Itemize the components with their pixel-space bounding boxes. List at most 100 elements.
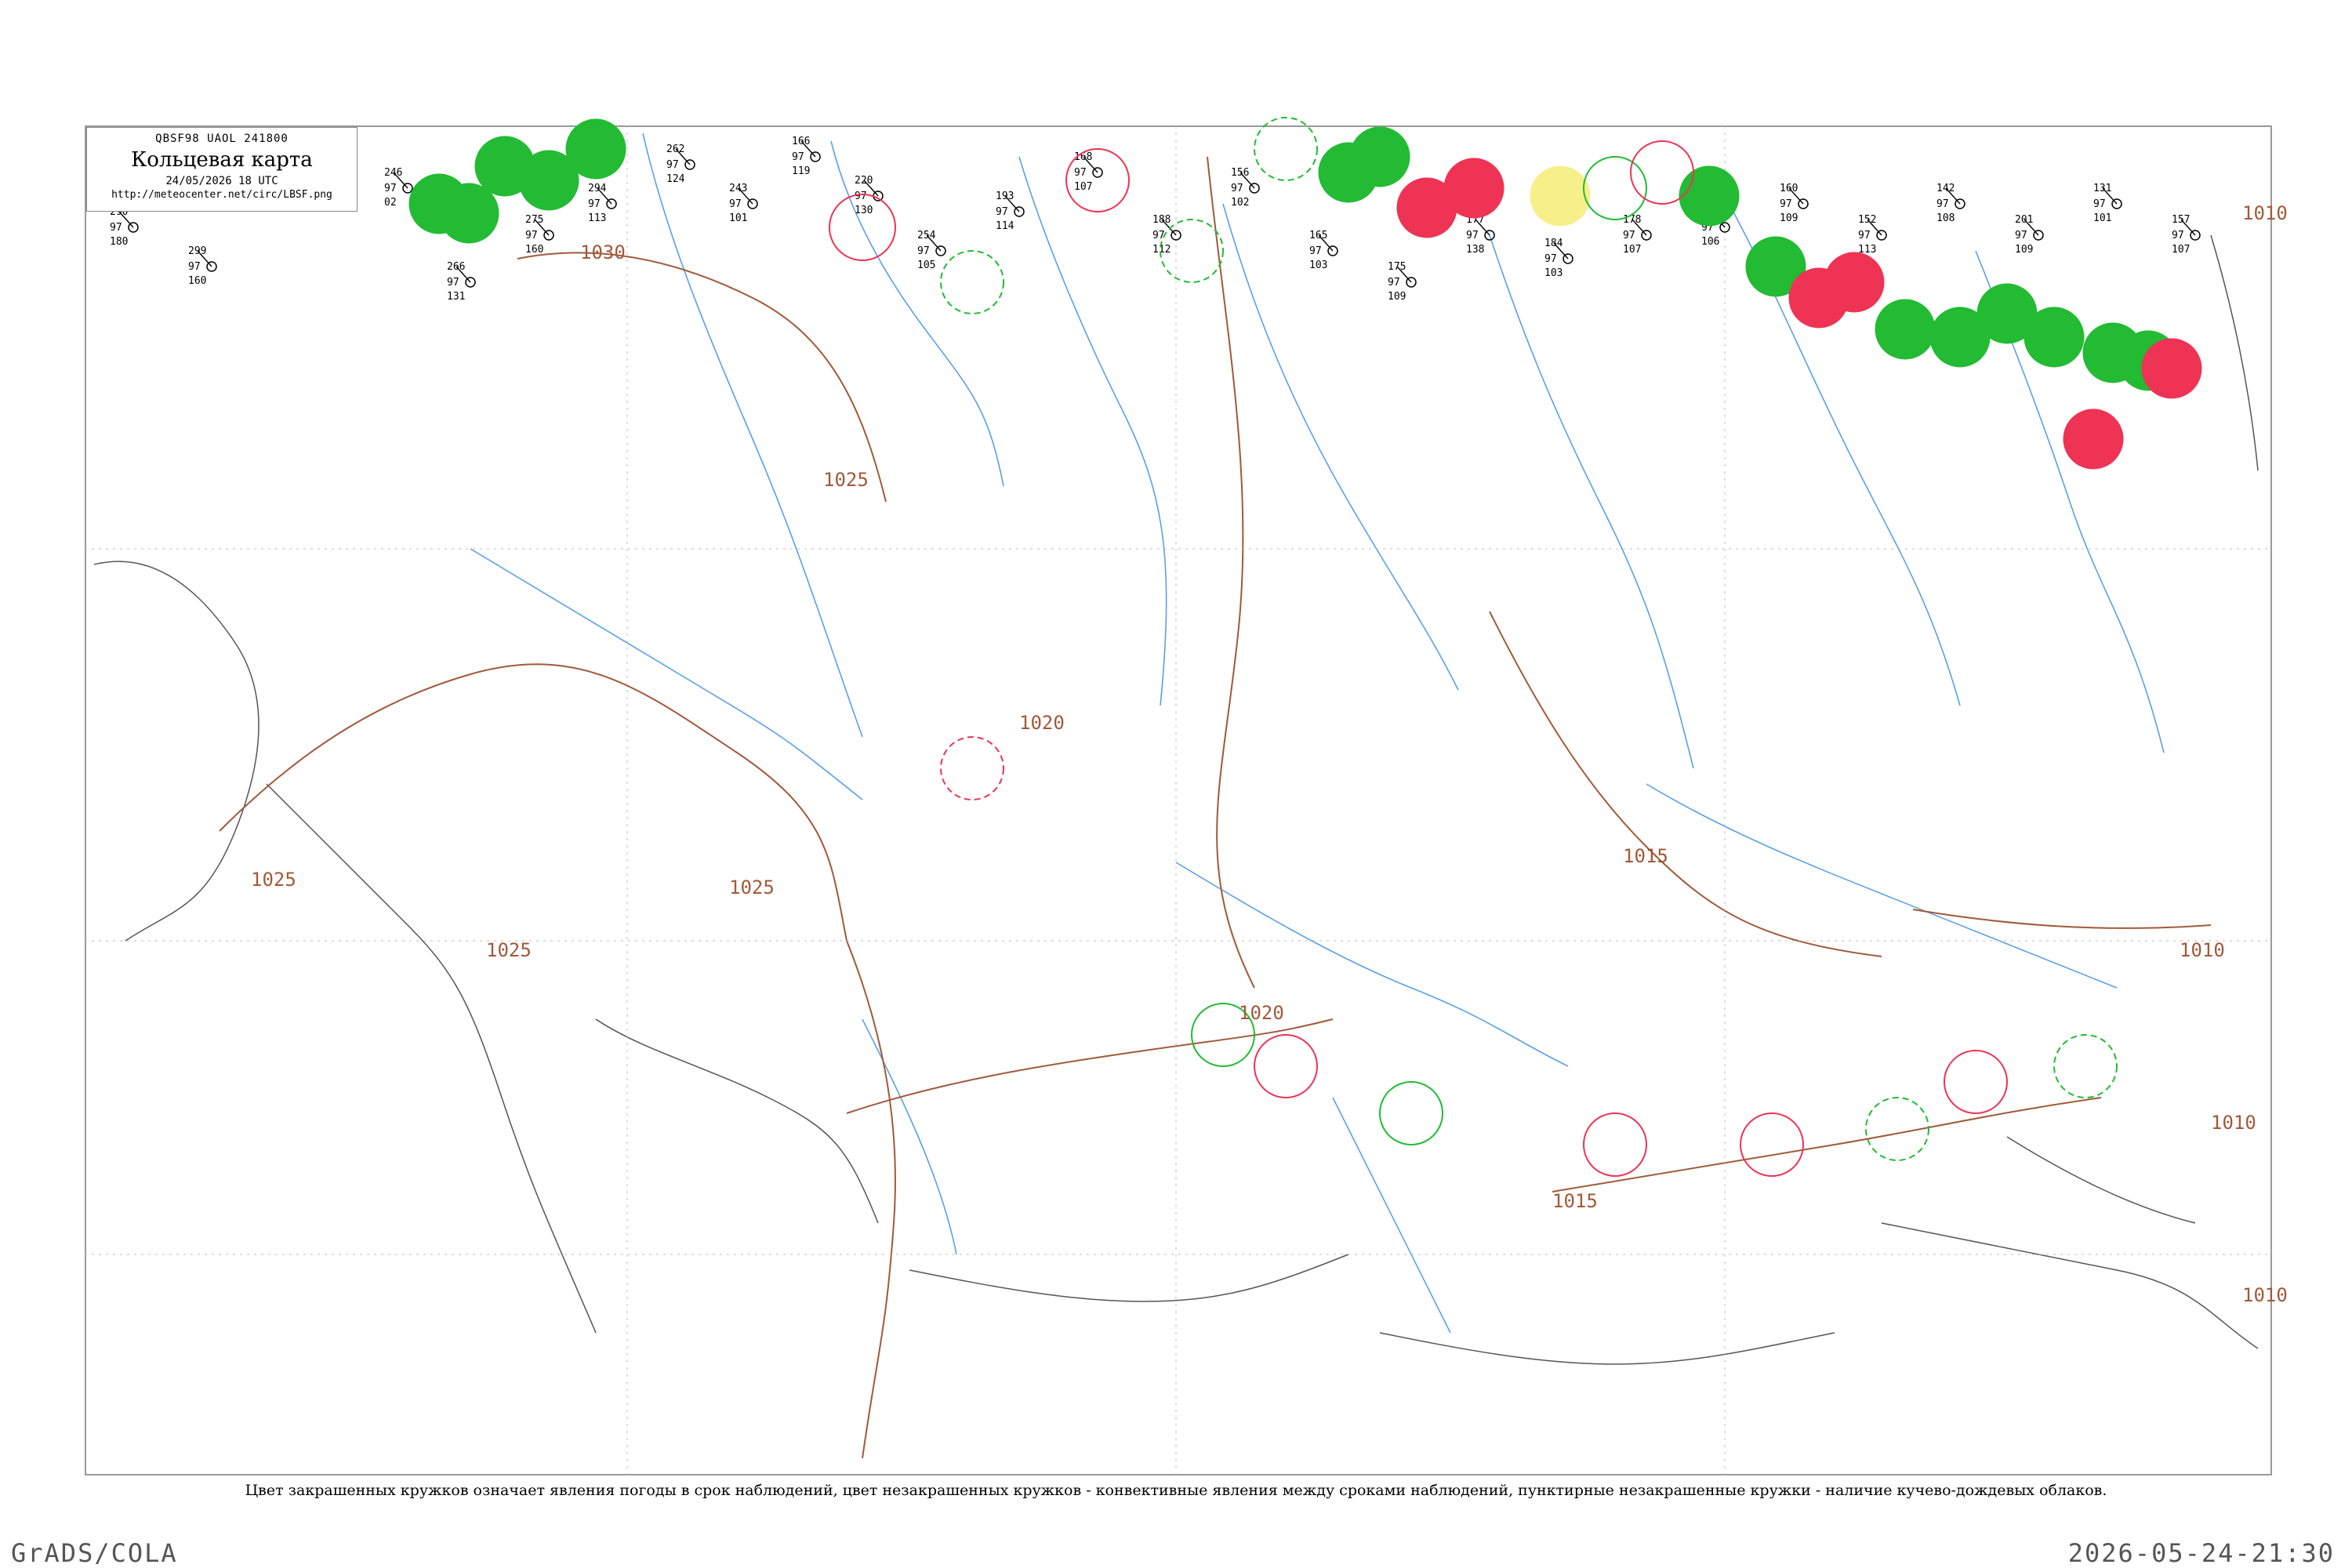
station-value: 97 [1858, 230, 1871, 241]
isobar-labels: 1030 1025 1025 1025 1025 1020 1020 1015 … [251, 202, 2288, 1306]
source-url[interactable]: http://meteocenter.net/circ/LBSF.png [87, 189, 357, 201]
station-value: 97 [1074, 167, 1087, 179]
station-value: 184 [1544, 238, 1563, 249]
map-header: QBSF98 UAOL 241800 Кольцевая карта 24/05… [86, 127, 358, 212]
legend-caption: Цвет закрашенных кружков означает явлени… [245, 1482, 2107, 1499]
station-plot: 142 97 108 [1936, 183, 1965, 224]
weather-circle [1349, 126, 1410, 187]
convective-ring [1379, 1081, 1443, 1145]
isobar-label: 1025 [486, 939, 532, 961]
station-value: 156 [1231, 167, 1249, 179]
station-plot: 175 97 109 [1388, 261, 1417, 303]
station-value: 166 [792, 136, 810, 147]
station-value: 97 [2172, 230, 2184, 241]
station-value: 188 [1152, 214, 1171, 226]
weather-circle [438, 183, 499, 244]
station-plot: 254 97 105 [917, 230, 946, 271]
station-value: 299 [188, 245, 206, 257]
isobar-label: 1020 [1019, 712, 1065, 734]
isobar-label: 1015 [1623, 845, 1668, 867]
isobar-label: 1010 [2180, 939, 2225, 961]
weather-circle [1824, 252, 1885, 313]
station-value: 97 [1388, 277, 1400, 289]
station-value: 97 [1544, 253, 1557, 265]
station-value: 193 [996, 191, 1014, 202]
station-plot: 294 97 113 [588, 183, 617, 224]
station-plot: 165 97 103 [1309, 230, 1338, 271]
station-value: 97 [917, 245, 930, 257]
weather-circle [1530, 165, 1591, 227]
convective-rings [829, 117, 2118, 1177]
weather-circles-layer [408, 118, 2202, 470]
isobar-label: 1015 [1552, 1190, 1598, 1212]
station-plot: 17797138 [1466, 214, 1495, 256]
bulletin-code: QBSF98 UAOL 241800 [155, 132, 289, 145]
station-value: 160 [188, 275, 206, 287]
station-value: 103 [1544, 267, 1563, 279]
station-value: 246 [384, 167, 402, 179]
station-plot: 29097180 [110, 206, 139, 248]
station-plot: 201 97 109 [2015, 214, 2044, 256]
station-value: 275 [525, 214, 543, 226]
station-value: 107 [2172, 244, 2190, 256]
station-value: 105 [917, 260, 935, 271]
isobar-label: 1025 [729, 877, 775, 898]
station-value: 160 [525, 244, 543, 256]
station-value: 97 [2093, 198, 2106, 210]
station-plot: 16897107 [1074, 151, 1103, 193]
station-value: 97 [1309, 245, 1322, 257]
station-value: 178 [1623, 214, 1641, 226]
station-value: 180 [110, 236, 128, 248]
station-plot: 178 97 107 [1623, 214, 1652, 256]
weather-circle [1875, 299, 1936, 360]
isobar-label: 1010 [2211, 1112, 2256, 1134]
station-value: 02 [384, 197, 397, 209]
footer-software: GrADS/COLA [11, 1538, 178, 1568]
station-value: 157 [2172, 214, 2190, 226]
station-value: 97 [666, 159, 679, 171]
station-value: 106 [1701, 236, 1719, 248]
station-value: 97 [2015, 230, 2027, 241]
station-value: 97 [110, 222, 122, 234]
station-value: 113 [588, 212, 606, 224]
station-value: 97 [1936, 198, 1949, 210]
station-value: 254 [917, 230, 936, 241]
station-plot: 131 97 101 [2093, 183, 2122, 224]
station-value: 201 [2015, 214, 2033, 226]
station-value: 101 [729, 212, 747, 224]
convective-ring [1740, 1112, 1804, 1177]
isobar-label: 1010 [2242, 1284, 2288, 1306]
isobar-label: 1020 [1239, 1002, 1284, 1024]
map-title: Кольцевая карта [131, 148, 313, 172]
weather-circle [2024, 307, 2085, 368]
station-value: 97 [525, 230, 538, 241]
station-plot: 184 97 103 [1544, 238, 1573, 279]
weather-circle [565, 118, 626, 180]
station-plot: 156 97 102 [1231, 167, 1260, 209]
station-value: 130 [855, 205, 873, 216]
station-plot: 262 97 124 [666, 143, 695, 185]
station-value: 109 [1780, 212, 1798, 224]
isobar-label: 1010 [2242, 202, 2288, 224]
station-value: 97 [1466, 230, 1479, 241]
station-plot: 243 97 101 [729, 183, 758, 224]
weather-circle [1443, 158, 1504, 219]
station-plot: 193 97 114 [996, 191, 1025, 232]
station-value: 97 [188, 261, 201, 273]
station-value: 109 [2015, 244, 2033, 256]
convective-ring [1065, 148, 1130, 212]
cb-ring [2053, 1034, 2118, 1098]
station-value: 109 [1388, 291, 1406, 303]
station-plot: 299 97 160 [188, 245, 217, 287]
station-value: 97 [1231, 183, 1243, 194]
station-value: 97 [1623, 230, 1635, 241]
station-value: 142 [1936, 183, 1955, 194]
coastlines [93, 234, 2259, 1365]
map-canvas: 2909718029997160309970424697022669713127… [85, 117, 2288, 1475]
map-datetime: 24/05/2026 18 UTC [165, 175, 278, 187]
cb-ring [940, 736, 1004, 800]
station-value: 101 [2093, 212, 2111, 224]
station-value: 107 [1074, 181, 1092, 193]
weather-circle [2141, 338, 2202, 399]
station-value: 243 [729, 183, 747, 194]
